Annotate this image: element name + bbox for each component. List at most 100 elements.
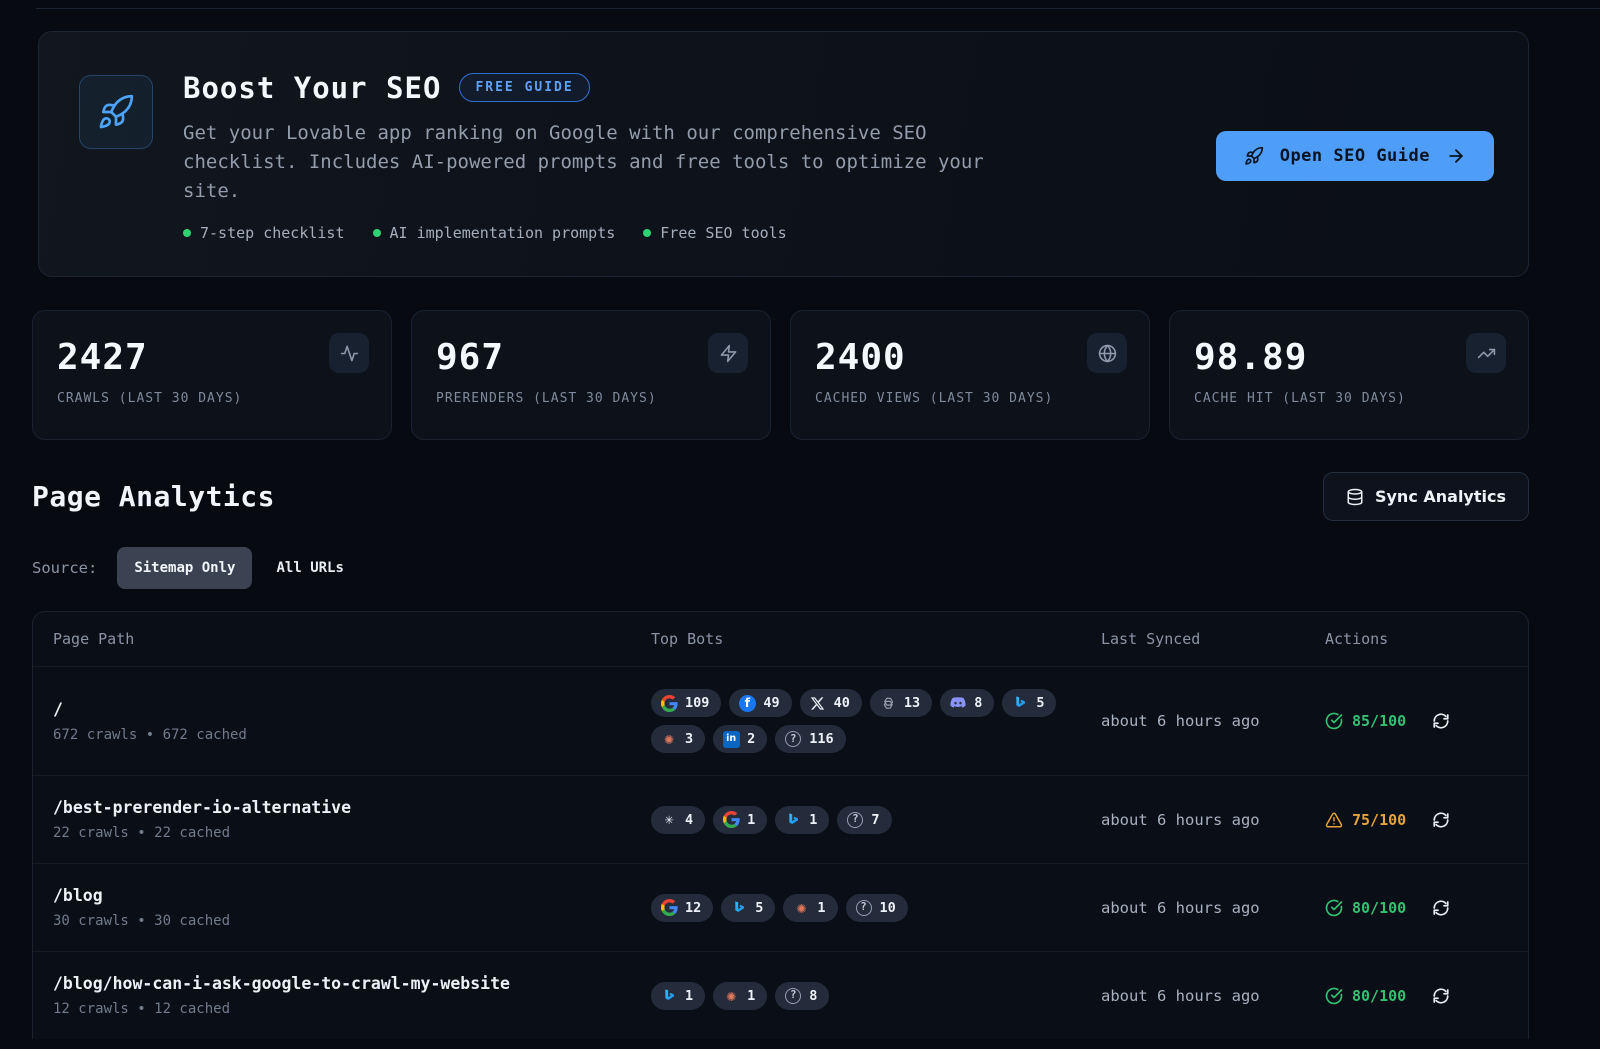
google-icon [660, 899, 678, 917]
sync-analytics-label: Sync Analytics [1375, 487, 1506, 506]
top-bots: ✳411?7 [651, 806, 1101, 834]
bot-crawl-count: 109 [685, 695, 709, 711]
unknown-bot-icon: ? [784, 987, 802, 1005]
bot-crawl-count: 1 [747, 988, 755, 1004]
bot-crawl-count: 3 [685, 731, 693, 747]
bot-badge: ?8 [775, 982, 829, 1010]
unknown-bot-icon: ? [846, 811, 864, 829]
bot-badge: 5 [721, 894, 775, 922]
bot-crawl-count: 8 [974, 695, 982, 711]
bot-badge: 1 [775, 806, 829, 834]
facebook-icon: f [738, 694, 756, 712]
linkedin-icon: in [722, 730, 740, 748]
bot-crawl-count: 1 [809, 812, 817, 828]
cta-label: Open SEO Guide [1280, 146, 1430, 166]
claude-icon: ✺ [792, 899, 810, 917]
spider-bot-icon: ✳ [660, 811, 678, 829]
page-crawl-stats: 22 crawls • 22 cached [53, 825, 651, 841]
zap-icon [708, 333, 748, 373]
page-path: /best-prerender-io-alternative [53, 798, 651, 817]
stat-label: CACHED VIEWS (LAST 30 DAYS) [815, 391, 1125, 406]
refresh-button[interactable] [1432, 899, 1450, 917]
feature-label: Free SEO tools [660, 224, 786, 242]
green-dot-icon [373, 229, 381, 237]
stat-label: CRAWLS (LAST 30 DAYS) [57, 391, 367, 406]
bot-badge: ? 10 [846, 894, 908, 922]
stat-label: PRERENDERS (LAST 30 DAYS) [436, 391, 746, 406]
bing-icon [660, 987, 678, 1005]
source-option-sitemap-only[interactable]: Sitemap Only [117, 547, 252, 589]
stat-value: 2400 [815, 337, 1125, 378]
bot-badge: 5 [1002, 689, 1056, 717]
top-bots: 12 5 ✺1? 10 [651, 894, 1101, 922]
column-header-actions: Actions [1325, 630, 1508, 648]
score-status-icon [1325, 987, 1343, 1005]
globe-icon [1087, 333, 1127, 373]
feature-label: AI implementation prompts [390, 224, 616, 242]
last-synced: about 6 hours ago [1101, 811, 1325, 829]
open-seo-guide-button[interactable]: Open SEO Guide [1216, 131, 1494, 181]
stat-label: CACHE HIT (LAST 30 DAYS) [1194, 391, 1504, 406]
page-crawl-stats: 12 crawls • 12 cached [53, 1001, 651, 1017]
column-header-page-path: Page Path [53, 630, 651, 648]
table-row[interactable]: /best-prerender-io-alternative 22 crawls… [33, 775, 1528, 863]
bot-badge: ✺1 [783, 894, 837, 922]
bot-crawl-count: 13 [904, 695, 920, 711]
seo-score: 85/100 [1325, 712, 1406, 730]
bot-crawl-count: 1 [685, 988, 693, 1004]
bot-crawl-count: 40 [834, 695, 850, 711]
score-value: 80/100 [1352, 899, 1406, 917]
bot-crawl-count: 5 [1036, 695, 1044, 711]
activity-icon [329, 333, 369, 373]
bot-badge: ?7 [837, 806, 891, 834]
database-icon [1346, 488, 1364, 506]
last-synced: about 6 hours ago [1101, 987, 1325, 1005]
bot-badge: ✺1 [713, 982, 767, 1010]
page-path: /blog [53, 886, 651, 905]
table-row[interactable]: / 672 crawls • 672 cached 109f49401385✺3… [33, 666, 1528, 775]
trending-up-icon [1466, 333, 1506, 373]
table-row[interactable]: /blog/how-can-i-ask-google-to-crawl-my-w… [33, 951, 1528, 1039]
feature-label: 7-step checklist [200, 224, 345, 242]
column-header-last-synced: Last Synced [1101, 630, 1325, 648]
bot-crawl-count: 12 [685, 900, 701, 916]
refresh-button[interactable] [1432, 811, 1450, 829]
source-label: Source: [32, 559, 97, 577]
bot-badge: f49 [729, 689, 791, 717]
source-selector: Source: Sitemap Only All URLs [32, 547, 1529, 589]
seo-dashboard: Boost Your SEO FREE GUIDE Get your Lovab… [0, 0, 1600, 1049]
unknown-bot-icon: ? [855, 899, 873, 917]
free-guide-badge: FREE GUIDE [459, 73, 589, 102]
seo-score: 75/100 [1325, 811, 1406, 829]
unknown-bot-icon: ? [784, 730, 802, 748]
banner-title: Boost Your SEO [183, 71, 441, 105]
bot-badge: 1 [651, 982, 705, 1010]
source-option-all-urls[interactable]: All URLs [272, 547, 347, 589]
bot-badge: 1 [713, 806, 767, 834]
seo-score: 80/100 [1325, 987, 1406, 1005]
bot-badge: 12 [651, 894, 713, 922]
table-row[interactable]: /blog 30 crawls • 30 cached 12 5 ✺1? 10 abo… [33, 863, 1528, 951]
stat-card-cached-views: 2400 CACHED VIEWS (LAST 30 DAYS) [790, 310, 1150, 440]
discord-icon [949, 694, 967, 712]
refresh-button[interactable] [1432, 712, 1450, 730]
bot-crawl-count: 10 [880, 900, 896, 916]
score-value: 80/100 [1352, 987, 1406, 1005]
refresh-button[interactable] [1432, 987, 1450, 1005]
bot-badge: 40 [800, 689, 862, 717]
bot-crawl-count: 2 [747, 731, 755, 747]
x-icon [809, 694, 827, 712]
bing-icon [730, 899, 748, 917]
stat-value: 98.89 [1194, 337, 1504, 378]
page-crawl-stats: 30 crawls • 30 cached [53, 913, 651, 929]
rocket-icon [79, 75, 153, 149]
page-analytics-table: Page Path Top Bots Last Synced Actions /… [32, 611, 1529, 1039]
claude-icon: ✺ [722, 987, 740, 1005]
bot-crawl-count: 8 [809, 988, 817, 1004]
bot-badge: ✳4 [651, 806, 705, 834]
sync-analytics-button[interactable]: Sync Analytics [1323, 472, 1529, 521]
last-synced: about 6 hours ago [1101, 899, 1325, 917]
bot-crawl-count: 4 [685, 812, 693, 828]
page-path: / [53, 700, 651, 719]
bot-badge: 13 [870, 689, 932, 717]
